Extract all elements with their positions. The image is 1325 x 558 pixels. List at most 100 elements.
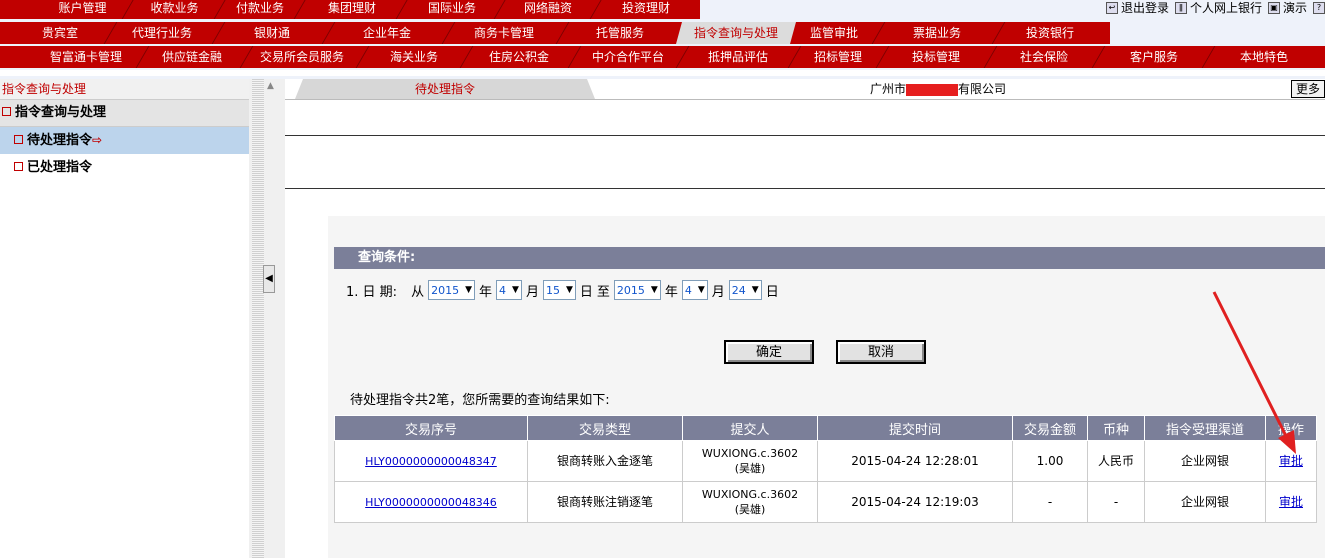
nav-tab-yincaitong[interactable]: 银财通 (222, 22, 322, 44)
day-unit: 日 (765, 284, 779, 300)
approve-link[interactable]: 审批 (1279, 495, 1303, 509)
submitter-id: WUXIONG.c.3602 (701, 488, 799, 501)
start-day-select[interactable]: 15 ▼ (542, 280, 576, 300)
confirm-button[interactable]: 确定 (724, 340, 814, 364)
action-cell: 审批 (1265, 440, 1317, 482)
nav-tab-vip[interactable]: 贵宾室 (20, 22, 100, 44)
end-year-value: 2015 (616, 283, 645, 297)
sidebar-title-label: 指令查询与处理 (15, 105, 107, 120)
nav-tab-intermediary[interactable]: 中介合作平台 (578, 46, 678, 68)
nav-tab-bills[interactable]: 票据业务 (882, 22, 992, 44)
nav-tab-investment-bank[interactable]: 投资银行 (1000, 22, 1100, 44)
nav-tab-annuity[interactable]: 企业年金 (332, 22, 442, 44)
redaction-bar (906, 83, 959, 96)
type-cell: 银商转账入金逐笔 (527, 440, 683, 482)
collapse-sidebar-icon[interactable]: ◀ (263, 265, 275, 293)
nav-tab-agency[interactable]: 代理行业务 (112, 22, 212, 44)
submitter-cell: WUXIONG.c.3602 (吴雄) (682, 440, 818, 482)
approve-link[interactable]: 审批 (1279, 454, 1303, 468)
nav-tab-local[interactable]: 本地特色 (1212, 46, 1316, 68)
nav-tab-business-card[interactable]: 商务卡管理 (450, 22, 558, 44)
nav-tab-account[interactable]: 账户管理 (40, 0, 125, 19)
company-name: 广州市 有限公司 (870, 81, 1006, 97)
nav-tab-collateral[interactable]: 抵押品评估 (686, 46, 790, 68)
year-unit: 年 (664, 284, 678, 300)
sidebar: 指令查询与处理 指令查询与处理 待处理指令⇨ 已处理指令 (0, 79, 249, 558)
day-unit: 日 (579, 284, 593, 300)
month-unit: 月 (525, 284, 539, 300)
logout-link[interactable]: ↩ 退出登录 (1105, 0, 1169, 19)
action-cell: 审批 (1265, 481, 1317, 523)
table-row: HLY0000000000048347 银商转账入金逐笔 WUXIONG.c.3… (334, 440, 1317, 482)
sidebar-title[interactable]: 指令查询与处理 (0, 100, 249, 127)
time-cell: 2015-04-24 12:19:03 (817, 481, 1013, 523)
nav-divider (0, 70, 1325, 76)
nav-tab-housing-fund[interactable]: 住房公积金 (470, 46, 568, 68)
start-year-select[interactable]: 2015 ▼ (428, 280, 475, 300)
nav-tab-custody[interactable]: 托管服务 (565, 22, 675, 44)
tree-node-icon (14, 135, 23, 144)
demo-link[interactable]: ▣ 演示 (1267, 0, 1307, 19)
more-button[interactable]: 更多 (1290, 80, 1325, 98)
frame-splitter[interactable]: ▲ ◀ (249, 79, 285, 558)
col-header: 交易类型 (527, 415, 683, 441)
seq-cell: HLY0000000000048347 (334, 440, 528, 482)
seq-link[interactable]: HLY0000000000048346 (365, 496, 497, 509)
end-month-select[interactable]: 4 ▼ (681, 280, 708, 300)
nav-tab-online-financing[interactable]: 网络融资 (504, 0, 592, 19)
nav-tab-bid-mgmt[interactable]: 投标管理 (886, 46, 986, 68)
nav-tab-exchange-member[interactable]: 交易所会员服务 (250, 46, 354, 68)
end-year-select[interactable]: 2015 ▼ (613, 280, 661, 300)
nav-tab-supply-chain[interactable]: 供应链金融 (146, 46, 238, 68)
end-day-select[interactable]: 24 ▼ (728, 280, 762, 300)
table-row: HLY0000000000048346 银商转账注销逐笔 WUXIONG.c.3… (334, 481, 1317, 523)
nav-tab-smart-card[interactable]: 智富通卡管理 (38, 46, 134, 68)
submitter-cell: WUXIONG.c.3602 (吴雄) (682, 481, 818, 523)
start-month-select[interactable]: 4 ▼ (496, 280, 522, 300)
help-icon: ? (1313, 2, 1325, 14)
nav-tab-supervision[interactable]: 监管审批 (796, 22, 872, 44)
seq-cell: HLY0000000000048346 (334, 481, 528, 523)
cancel-button[interactable]: 取消 (836, 340, 926, 364)
amount-cell: - (1012, 481, 1088, 523)
submitter-name: (吴雄) (734, 503, 766, 516)
nav-tab-instructions[interactable]: 指令查询与处理 (676, 22, 796, 44)
col-header: 交易序号 (334, 415, 528, 441)
dropdown-arrow-icon: ▼ (512, 285, 519, 295)
submitter-id: WUXIONG.c.3602 (701, 447, 799, 460)
nav-tab-international[interactable]: 国际业务 (406, 0, 498, 19)
start-day-value: 15 (545, 283, 560, 297)
nav-tab-tender-mgmt[interactable]: 招标管理 (798, 46, 878, 68)
nav-tab-customs[interactable]: 海关业务 (366, 46, 462, 68)
dropdown-arrow-icon: ▼ (650, 285, 658, 295)
sidebar-item-processed[interactable]: 已处理指令 (0, 154, 249, 181)
col-header: 提交人 (682, 415, 818, 441)
nav-row-2: 贵宾室 代理行业务 银财通 企业年金 商务卡管理 托管服务 指令查询与处理 监管… (0, 22, 1110, 44)
sidebar-item-pending[interactable]: 待处理指令⇨ (0, 127, 249, 154)
scroll-up-icon[interactable]: ▲ (267, 81, 274, 91)
dropdown-arrow-icon: ▼ (565, 285, 573, 295)
date-range-row: 1. 日 期: 从 2015 ▼ 年 4 ▼ 月 15 ▼ 日 至 2015 ▼ 年 4… (346, 280, 779, 300)
nav-tab-investment[interactable]: 投资理财 (600, 0, 692, 19)
nav-tab-receipts[interactable]: 收款业务 (132, 0, 217, 19)
start-year-value: 2015 (431, 283, 460, 297)
channel-cell: 企业网银 (1144, 440, 1266, 482)
nav-tab-social-insurance[interactable]: 社会保险 (994, 46, 1094, 68)
col-header: 操作 (1265, 415, 1317, 441)
month-unit: 月 (711, 284, 725, 300)
help-link[interactable]: ? (1313, 0, 1325, 19)
tab-pending-instructions[interactable]: 待处理指令 (295, 79, 595, 99)
col-header: 交易金额 (1012, 415, 1088, 441)
nav-tab-payments[interactable]: 付款业务 (224, 0, 296, 19)
nav-tab-group-finance[interactable]: 集团理财 (306, 0, 398, 19)
nav-row-1: 账户管理 收款业务 付款业务 集团理财 国际业务 网络融资 投资理财 (0, 0, 700, 19)
nav-tab-customer-service[interactable]: 客户服务 (1102, 46, 1206, 68)
seq-link[interactable]: HLY0000000000048347 (365, 455, 497, 468)
table-header-row: 交易序号 交易类型 提交人 提交时间 交易金额 币种 指令受理渠道 操作 (334, 415, 1317, 441)
personal-bank-link[interactable]: ǁ 个人网上银行 (1174, 0, 1262, 19)
type-cell: 银商转账注销逐笔 (527, 481, 683, 523)
results-table: 交易序号 交易类型 提交人 提交时间 交易金额 币种 指令受理渠道 操作 HLY… (334, 415, 1317, 523)
splitter-grip[interactable] (252, 79, 264, 558)
currency-cell: 人民币 (1087, 440, 1145, 482)
sidebar-header: 指令查询与处理 (0, 79, 249, 100)
